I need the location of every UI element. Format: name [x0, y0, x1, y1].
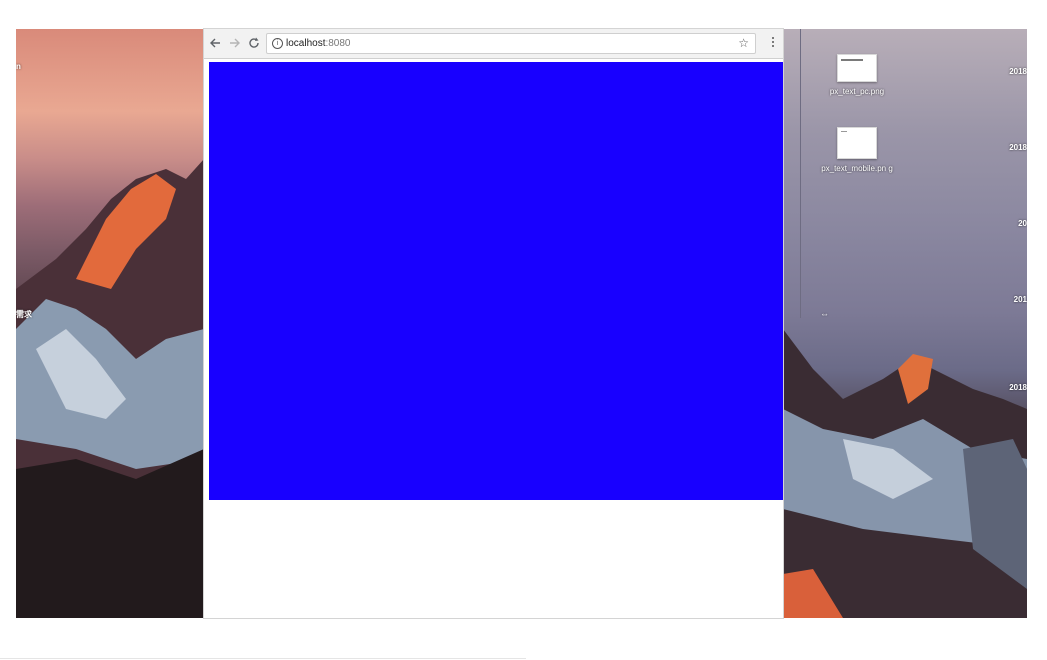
wallpaper-edge-text: 20	[1018, 219, 1027, 228]
wallpaper-edge-text: 需求	[16, 310, 32, 319]
arrow-right-icon	[230, 38, 240, 48]
mountain-scenery-right	[783, 29, 1027, 618]
info-icon[interactable]: i	[272, 38, 283, 49]
page-viewport	[204, 60, 783, 618]
back-button[interactable]	[208, 35, 224, 51]
url-host: localhost	[286, 38, 326, 49]
wallpaper-edge-text: 2018	[1009, 67, 1027, 76]
image-thumbnail-icon	[837, 54, 877, 82]
url-text: localhost:8080	[286, 38, 351, 49]
desktop-file-px-text-mobile[interactable]: px_text_mobile.pn g	[817, 127, 897, 174]
wallpaper-edge-text: 2018	[1009, 143, 1027, 152]
desktop-file-label: px_text_pc.png	[829, 87, 885, 96]
arrow-left-icon	[210, 38, 220, 48]
wallpaper-edge-text: 2018	[1009, 383, 1027, 392]
reload-icon	[249, 37, 259, 48]
kebab-menu-icon[interactable]	[769, 35, 777, 51]
desktop-wallpaper-right: 2018 2018 20 201 2018 ⇔ px_text_pc.png p…	[783, 29, 1027, 618]
reload-button[interactable]	[246, 35, 262, 51]
star-icon[interactable]: ☆	[738, 36, 749, 50]
browser-toolbar: i localhost:8080 ☆	[204, 29, 783, 59]
browser-window: i localhost:8080 ☆	[204, 29, 783, 618]
desktop-file-label: px_text_mobile.pn g	[821, 164, 893, 173]
window-resize-handle-icon[interactable]: ⇔	[820, 309, 829, 319]
url-port: :8080	[325, 38, 351, 49]
address-bar[interactable]: i localhost:8080 ☆	[266, 33, 756, 54]
forward-button[interactable]	[226, 35, 242, 51]
wallpaper-edge-text: n	[16, 62, 21, 71]
desktop-file-px-text-pc[interactable]: px_text_pc.png	[817, 54, 897, 97]
image-thumbnail-icon	[837, 127, 877, 159]
desktop-wallpaper-left: n 需求	[16, 29, 204, 618]
mountain-scenery-left	[16, 159, 204, 618]
wallpaper-edge-text: 201	[1013, 295, 1027, 304]
bottom-divider	[0, 658, 526, 659]
blue-content-block	[209, 62, 783, 500]
